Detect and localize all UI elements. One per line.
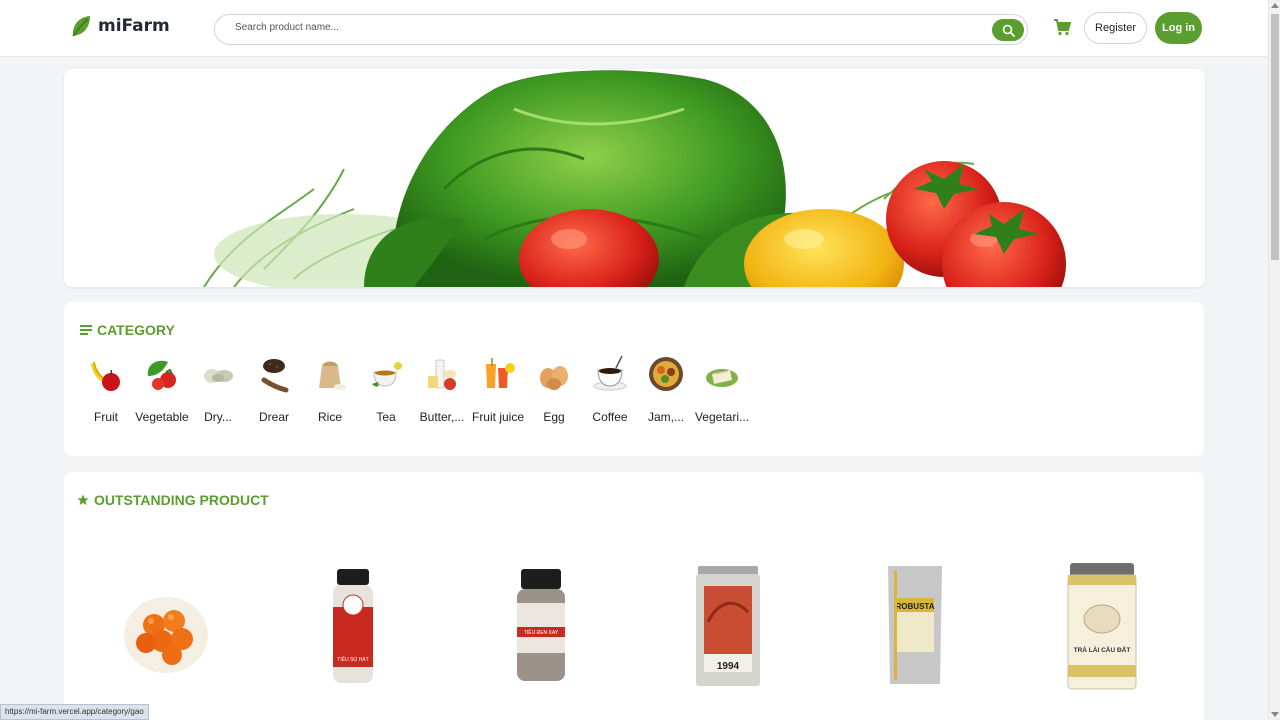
category-item-fruit[interactable]: Fruit bbox=[78, 352, 134, 424]
category-label: Jam,... bbox=[647, 410, 684, 424]
scroll-thumb[interactable] bbox=[1271, 14, 1279, 260]
dairy-icon bbox=[420, 352, 464, 396]
product-image: TIÊU SỌ HẠT bbox=[333, 569, 373, 683]
dry-food-icon bbox=[196, 352, 240, 396]
product-image: TRÀ LÀI CẦU ĐẤT bbox=[1067, 563, 1137, 690]
product-card-salted-egg-yolk[interactable] bbox=[91, 552, 241, 702]
category-item-rice[interactable]: Rice bbox=[302, 352, 358, 424]
juice-icon bbox=[476, 352, 520, 396]
outstanding-section: OUTSTANDING PRODUCT TIÊU SỌ HẠT TIÊU ĐEN… bbox=[64, 472, 1204, 720]
category-label: Fruit bbox=[94, 410, 118, 424]
login-button[interactable]: Log in bbox=[1155, 12, 1202, 44]
product-list: TIÊU SỌ HẠT TIÊU ĐEN XAY 1994 ROBUSTA TR… bbox=[64, 552, 1204, 702]
product-image bbox=[124, 597, 208, 673]
category-item-vegetarian[interactable]: Vegetari... bbox=[694, 352, 750, 424]
link-preview-url: https://mi-farm.vercel.app/category/gao bbox=[0, 704, 149, 720]
category-item-coffee[interactable]: Coffee bbox=[582, 352, 638, 424]
product-card-pepper-shaker-red[interactable]: TIÊU SỌ HẠT bbox=[278, 552, 428, 702]
scroll-up-arrow-icon[interactable] bbox=[1271, 3, 1279, 8]
vegetables-banner-image bbox=[64, 69, 1205, 287]
category-item-jam[interactable]: Jam,... bbox=[638, 352, 694, 424]
vegetable-icon bbox=[140, 352, 184, 396]
rice-sack-icon bbox=[308, 352, 352, 396]
category-label: Egg bbox=[543, 410, 565, 424]
scroll-down-arrow-icon[interactable] bbox=[1271, 712, 1279, 717]
brand-name: miFarm bbox=[98, 16, 170, 36]
jam-icon bbox=[644, 352, 688, 396]
product-card-pepper-shaker-black[interactable]: TIÊU ĐEN XAY bbox=[466, 552, 616, 702]
page-scrollbar[interactable] bbox=[1268, 0, 1280, 720]
coffee-icon bbox=[588, 352, 632, 396]
product-label-text: ROBUSTA bbox=[896, 602, 935, 611]
product-label-text: TIÊU ĐEN XAY bbox=[524, 628, 559, 636]
category-item-tea[interactable]: Tea bbox=[358, 352, 414, 424]
product-card-coffee-tin[interactable]: 1994 bbox=[653, 552, 803, 702]
category-item-fruit-juice[interactable]: Fruit juice bbox=[470, 352, 526, 424]
outstanding-title: OUTSTANDING PRODUCT bbox=[94, 492, 269, 508]
pepper-icon bbox=[252, 352, 296, 396]
category-label: Drear bbox=[258, 410, 289, 424]
egg-icon bbox=[532, 352, 576, 396]
top-header: miFarm Register Log in bbox=[0, 0, 1268, 57]
outstanding-heading: OUTSTANDING PRODUCT bbox=[77, 492, 269, 508]
vegetarian-icon bbox=[700, 352, 744, 396]
star-icon bbox=[77, 494, 89, 505]
category-label: Dry... bbox=[204, 410, 232, 424]
category-label: Butter,... bbox=[419, 410, 465, 424]
leaf-icon bbox=[72, 16, 90, 37]
product-card-tea-tin[interactable]: TRÀ LÀI CẦU ĐẤT bbox=[1027, 552, 1177, 702]
category-item-egg[interactable]: Egg bbox=[526, 352, 582, 424]
category-item-dry[interactable]: Dry... bbox=[190, 352, 246, 424]
hero-banner bbox=[64, 69, 1205, 287]
search-button[interactable] bbox=[992, 19, 1024, 41]
category-section: CATEGORY Fruit Vegetable Dry... Drear Ri… bbox=[64, 302, 1204, 456]
category-list: Fruit Vegetable Dry... Drear Rice Tea Bu… bbox=[78, 352, 750, 424]
product-image: 1994 bbox=[696, 566, 760, 686]
category-label: Coffee bbox=[592, 410, 628, 424]
tea-cup-icon bbox=[364, 352, 408, 396]
category-label: Tea bbox=[376, 410, 396, 424]
category-item-drear[interactable]: Drear bbox=[246, 352, 302, 424]
category-label: Fruit juice bbox=[471, 410, 524, 424]
cart-button[interactable] bbox=[1053, 18, 1073, 38]
category-label: Vegetable bbox=[135, 410, 189, 424]
brand-logo[interactable]: miFarm bbox=[70, 14, 170, 38]
search-bar bbox=[214, 14, 1028, 45]
category-label: Vegetari... bbox=[694, 410, 750, 424]
search-icon bbox=[1002, 24, 1015, 37]
category-item-vegetable[interactable]: Vegetable bbox=[134, 352, 190, 424]
product-label-text: TIÊU SỌ HẠT bbox=[337, 655, 368, 663]
category-title: CATEGORY bbox=[97, 322, 175, 338]
list-icon bbox=[80, 325, 92, 335]
product-card-robusta-bag[interactable]: ROBUSTA bbox=[840, 552, 990, 702]
banana-apple-icon bbox=[84, 352, 128, 396]
product-label-text: 1994 bbox=[717, 661, 740, 672]
category-heading: CATEGORY bbox=[80, 322, 175, 338]
category-item-butter[interactable]: Butter,... bbox=[414, 352, 470, 424]
product-image: ROBUSTA bbox=[888, 566, 942, 684]
cart-icon bbox=[1054, 19, 1071, 36]
product-image: TIÊU ĐEN XAY bbox=[517, 569, 565, 681]
register-button[interactable]: Register bbox=[1084, 12, 1147, 44]
category-label: Rice bbox=[317, 410, 342, 424]
search-input[interactable] bbox=[235, 22, 975, 33]
